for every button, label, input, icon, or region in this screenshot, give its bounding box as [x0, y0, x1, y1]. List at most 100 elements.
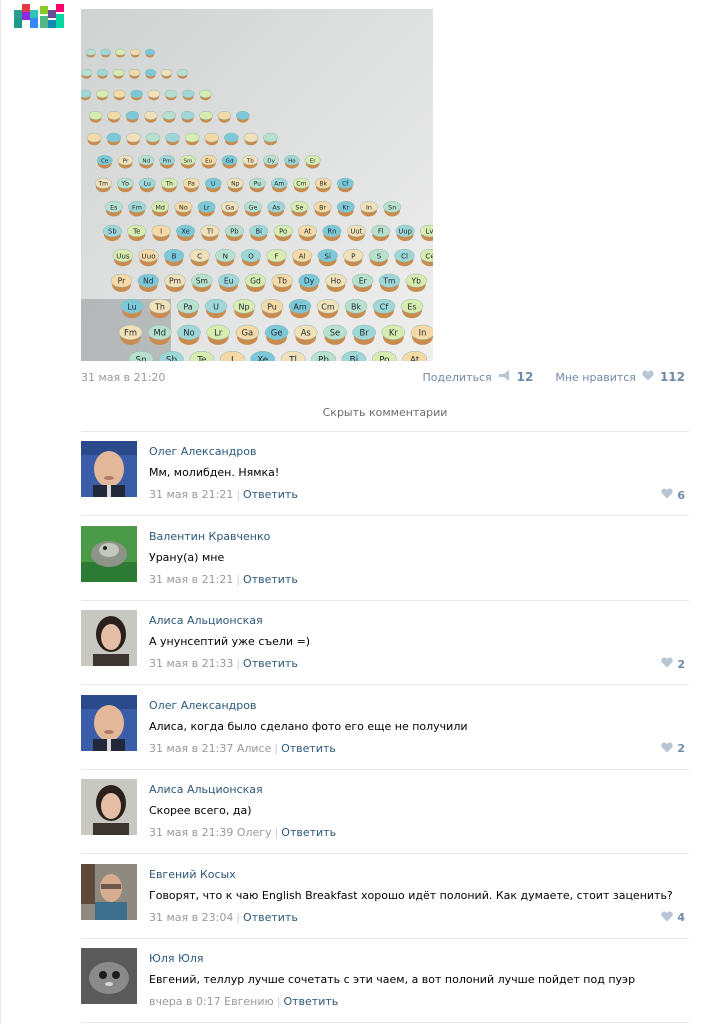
cupcake-frosting [125, 111, 140, 120]
reply-to[interactable]: Олегу [237, 826, 272, 839]
reply-to[interactable]: Евгению [224, 995, 274, 1008]
comment-author[interactable]: Евгений Косых [149, 868, 236, 881]
group-avatar[interactable] [14, 4, 64, 34]
cupcake-element-label: Xe [181, 228, 190, 236]
reply-button[interactable]: Ответить [243, 573, 298, 586]
cupcake-frosting [95, 89, 109, 98]
heart-icon[interactable] [661, 488, 674, 502]
comment-meta: 31 мая в 21:37 Алисе | Ответить [149, 742, 336, 755]
comment-date[interactable]: 31 мая в 21:37 [149, 742, 233, 755]
comment-likes[interactable]: 4 [661, 911, 685, 925]
cupcake-element-label: N [223, 251, 228, 260]
cupcake-frosting [107, 111, 121, 120]
cupcake-element-label: Pb [230, 228, 238, 236]
comment-author[interactable]: Алиса Альционская [149, 783, 263, 796]
comment-date[interactable]: 31 мая в 23:04 [149, 911, 233, 924]
cupcake-element-label: In [366, 203, 372, 211]
share-button-label[interactable]: Поделиться [423, 371, 492, 384]
user-avatar[interactable] [81, 441, 137, 497]
user-avatar[interactable] [81, 863, 137, 920]
comment-author[interactable]: Валентин Кравченко [149, 530, 270, 543]
reply-button[interactable]: Ответить [243, 657, 298, 670]
comment-author[interactable]: Юля Юля [149, 952, 204, 965]
comment-text: Скорее всего, да) [149, 804, 252, 817]
reply-button[interactable]: Ответить [281, 742, 336, 755]
cupcake-frosting [81, 69, 93, 77]
comment-likes[interactable]: 6 [661, 488, 685, 502]
user-avatar[interactable] [81, 948, 137, 1004]
cupcake-element-label: Ho [331, 277, 342, 286]
separator: | [236, 657, 241, 670]
heart-icon[interactable] [661, 911, 674, 925]
comment-meta: 31 мая в 21:39 Олегу | Ответить [149, 826, 336, 839]
comment-author[interactable]: Олег Александров [149, 699, 256, 712]
cupcake-element-label: Fm [124, 328, 137, 338]
user-avatar[interactable] [81, 525, 137, 582]
cupcake-element-label: Pm [163, 158, 172, 164]
reply-button[interactable]: Ответить [243, 911, 298, 924]
reply-button[interactable]: Ответить [281, 826, 336, 839]
comment-likes[interactable]: 2 [661, 657, 685, 671]
comment-meta: 31 мая в 21:21 | Ответить [149, 573, 298, 586]
cupcake-element-label: F [274, 251, 278, 260]
cupcake-element-label: Te [196, 355, 206, 361]
cupcake-element-label: Pb [318, 355, 329, 361]
cupcake-element-label: Np [238, 302, 249, 311]
cupcake-element-label: U [211, 181, 215, 188]
cupcake-element-label: S [377, 251, 382, 260]
comment-text: Говорят, что к чаю English Breakfast хор… [149, 888, 673, 902]
user-avatar[interactable] [81, 610, 137, 666]
cupcake-element-label: No [183, 328, 194, 338]
comment-meta: 31 мая в 21:21 | Ответить [149, 488, 298, 501]
cupcake-element-label: Tl [288, 355, 297, 361]
cupcake-element-label: Kr [389, 328, 398, 338]
heart-icon[interactable] [642, 370, 654, 384]
heart-icon[interactable] [661, 742, 674, 756]
cupcake-element-label: I [160, 228, 162, 236]
post-photo-periodic-cupcakes[interactable]: Ce Pr Nd Pm Sm Eu Gd Tb Dy Ho Er Tm Yb Lu Th Pa U Np Pu Am C… [81, 9, 433, 361]
cupcake-element-label: Md [153, 328, 166, 338]
cupcake-frosting [181, 89, 195, 98]
cupcake-element-label: Po [279, 228, 287, 236]
cupcake-element-label: I [231, 355, 234, 361]
cupcake-frosting [176, 69, 189, 77]
user-avatar[interactable] [81, 694, 137, 751]
comment-item: Олег Александров Алиса, когда было сделан… [81, 686, 689, 770]
comment-date[interactable]: 31 мая в 21:33 [149, 657, 233, 670]
cupcake-frosting [125, 132, 141, 143]
share-count: 12 [516, 370, 534, 384]
cupcake-frosting [160, 69, 173, 77]
comment-date[interactable]: вчера в 0:17 [149, 995, 221, 1008]
comment-date[interactable]: 31 мая в 21:21 [149, 488, 233, 501]
cupcake-frosting [184, 132, 200, 143]
user-avatar[interactable] [81, 779, 137, 835]
cupcake-element-label: Sn [388, 203, 396, 211]
comment-date[interactable]: 31 мая в 21:21 [149, 573, 233, 586]
heart-icon[interactable] [661, 657, 674, 671]
megaphone-icon[interactable] [498, 370, 511, 384]
comment-author[interactable]: Олег Александров [149, 445, 256, 458]
comment-likes[interactable]: 2 [661, 742, 685, 756]
cupcake-element-label: Md [155, 203, 165, 211]
cupcake-element-label: Pr [123, 158, 129, 164]
cupcake-frosting [96, 69, 109, 77]
comment-author[interactable]: Алиса Альционская [149, 614, 263, 627]
cupcake-element-label: Pr [118, 277, 126, 286]
reply-button[interactable]: Ответить [243, 488, 298, 501]
cupcake-frosting [223, 132, 239, 143]
comment-date[interactable]: 31 мая в 21:39 [149, 826, 233, 839]
cupcake-element-label: Sb [108, 228, 117, 236]
cupcake-element-label: Kr [342, 203, 349, 211]
cupcake-element-label: Gd [250, 277, 261, 286]
post-date[interactable]: 31 мая в 21:20 [81, 371, 165, 384]
cupcake-frosting [106, 132, 122, 143]
separator: | [274, 741, 279, 755]
reply-button[interactable]: Ответить [283, 995, 338, 1008]
cupcake-element-label: Bk [351, 302, 361, 311]
reply-to[interactable]: Алисе [237, 742, 272, 755]
comment-item: Валентин Кравченко Урану(а) мне 31 мая в 2… [81, 517, 689, 601]
cupcake-element-label: Br [360, 328, 370, 338]
like-button-label[interactable]: Мне нравится [555, 371, 636, 384]
cupcake-element-label: Fm [132, 203, 142, 211]
hide-comments-link[interactable]: Скрыть комментарии [81, 406, 689, 419]
